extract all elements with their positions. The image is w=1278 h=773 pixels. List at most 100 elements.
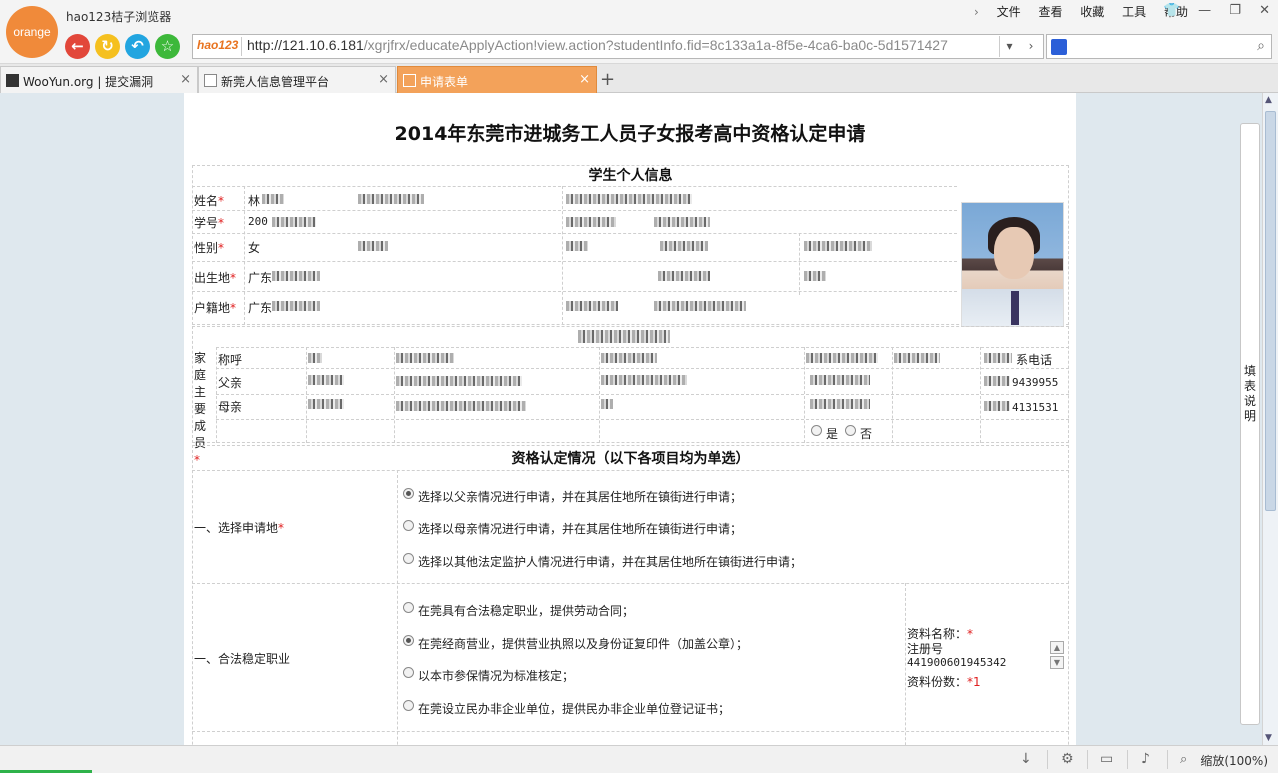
scroll-down-icon[interactable]: ▼: [1050, 656, 1064, 669]
back-button[interactable]: ←: [65, 34, 90, 59]
new-tab-button[interactable]: +: [600, 69, 615, 90]
address-path: /xgrjfrx/educateApplyAction!view.action?…: [363, 37, 948, 53]
go-icon[interactable]: ›: [1021, 36, 1041, 57]
menu-favorites[interactable]: 收藏: [1080, 5, 1104, 19]
search-input[interactable]: [1071, 38, 1241, 56]
scrollbar-thumb[interactable]: [1265, 111, 1276, 511]
refresh-icon: ↻: [101, 37, 114, 55]
download-icon[interactable]: ↓: [1020, 751, 1032, 767]
chevron-right-icon[interactable]: ›: [974, 5, 979, 19]
member-phone: 9439955: [1012, 376, 1059, 389]
skin-icon[interactable]: 👕: [1164, 3, 1180, 18]
radio-no[interactable]: [845, 425, 856, 436]
q2-option-nonprofit-label: 在莞设立民办非企业单位，提供民办非企业单位登记证书；: [418, 702, 731, 716]
q2-label: 一、合法稳定职业: [194, 652, 291, 666]
zoom-level[interactable]: 缩放(100%): [1200, 752, 1268, 769]
tab-label: 申请表单: [420, 75, 469, 89]
zoom-icon[interactable]: ⌕: [1180, 752, 1187, 767]
volume-icon[interactable]: ♪: [1141, 751, 1150, 767]
page-icon: [403, 74, 416, 87]
star-icon: ☆: [160, 37, 175, 55]
redacted-text: [396, 353, 454, 363]
close-icon[interactable]: ×: [579, 72, 590, 87]
q1-option-father[interactable]: [403, 488, 414, 499]
radio-yes[interactable]: [811, 425, 822, 436]
redacted-text: [810, 399, 870, 409]
redacted-text: [308, 375, 344, 385]
tab-wooyun[interactable]: WooYun.org | 提交漏洞 ×: [0, 66, 198, 93]
redacted-text: [566, 301, 618, 311]
address-bar: hao123 http://121.10.6.181/xgrjfrx/educa…: [192, 34, 1044, 59]
app-title: hao123桔子浏览器: [66, 10, 172, 24]
redacted-text: [358, 194, 424, 204]
refresh-button[interactable]: ↻: [95, 34, 120, 59]
scroll-up-icon[interactable]: ▲: [1050, 641, 1064, 654]
restore-tab-button[interactable]: ↶: [125, 34, 150, 59]
baidu-paw-icon[interactable]: [1051, 39, 1067, 55]
member-phone: 4131531: [1012, 401, 1059, 414]
close-icon[interactable]: ×: [378, 72, 389, 87]
redacted-text: [358, 241, 388, 251]
scroll-up-icon[interactable]: ▲: [1265, 95, 1272, 105]
menu-view[interactable]: 查看: [1038, 5, 1062, 19]
address-input[interactable]: http://121.10.6.181/xgrjfrx/educateApply…: [247, 37, 993, 56]
gear-icon[interactable]: ⚙: [1061, 751, 1074, 767]
fill-instructions-tab[interactable]: 填表说明: [1240, 123, 1260, 725]
vertical-scrollbar[interactable]: ▲ ▼: [1262, 93, 1278, 745]
monitor-icon[interactable]: ▭: [1100, 751, 1113, 767]
photo-face: [994, 227, 1034, 279]
tab-application-form[interactable]: 申请表单 ×: [397, 66, 597, 93]
minimize-icon[interactable]: —: [1198, 3, 1211, 18]
redacted-text: [566, 241, 588, 251]
hao123-logo[interactable]: hao123: [197, 38, 238, 52]
chevron-down-icon[interactable]: ▾: [999, 36, 1019, 57]
q1-option-guardian[interactable]: [403, 553, 414, 564]
student-no-label: 学号*: [194, 216, 225, 230]
q1-option-mother[interactable]: [403, 520, 414, 531]
arrow-left-icon: ←: [71, 37, 84, 55]
wooyun-favicon-icon: [6, 74, 19, 87]
member-relation: 父亲: [218, 376, 243, 390]
redacted-text: [308, 353, 322, 363]
student-photo: [961, 202, 1064, 327]
q2-option-business[interactable]: [403, 635, 414, 646]
q2-option-insurance[interactable]: [403, 667, 414, 678]
q1-option-mother-label: 选择以母亲情况进行申请，并在其居住地所在镇街进行申请；: [418, 522, 743, 536]
close-icon[interactable]: ✕: [1259, 3, 1270, 18]
menu-file[interactable]: 文件: [997, 5, 1021, 19]
address-separator: [241, 37, 242, 56]
plus-icon: +: [600, 69, 616, 90]
birthplace-label: 出生地*: [194, 271, 237, 285]
browser-logo: orange: [6, 6, 58, 58]
redacted-text: [272, 301, 320, 311]
member-relation: 母亲: [218, 400, 243, 414]
menu-tools[interactable]: 工具: [1122, 5, 1146, 19]
no-label: 否: [860, 427, 873, 441]
tab-xinguan[interactable]: 新莞人信息管理平台 ×: [198, 66, 396, 93]
close-icon[interactable]: ×: [180, 72, 191, 87]
q2-option-nonprofit[interactable]: [403, 700, 414, 711]
photo-tie: [1011, 291, 1019, 325]
redacted-text: [984, 376, 1010, 386]
redacted-text: [804, 271, 826, 281]
page-icon: [204, 74, 217, 87]
favorite-button[interactable]: ☆: [155, 34, 180, 59]
relation-header: 称呼: [218, 353, 243, 367]
q2-option-contract[interactable]: [403, 602, 414, 613]
q2-option-insurance-label: 以本市参保情况为标准核定；: [418, 669, 575, 683]
form-title: 2014年东莞市进城务工人员子女报考高中资格认定申请: [394, 123, 866, 145]
search-icon[interactable]: ⌕: [1257, 38, 1265, 54]
q2-option-contract-label: 在莞具有合法稳定职业，提供劳动合同；: [418, 604, 635, 618]
redacted-text: [894, 353, 940, 363]
redacted-text: [272, 271, 320, 281]
redacted-text: [396, 376, 522, 386]
redacted-text: [658, 271, 710, 281]
tab-label: WooYun.org | 提交漏洞: [23, 75, 154, 89]
birthplace-value: 广东: [248, 271, 273, 285]
scroll-down-icon[interactable]: ▼: [1265, 733, 1272, 743]
status-bar: ↓ ⚙ ▭ ♪ ⌕ 缩放(100%): [0, 745, 1278, 773]
maximize-icon[interactable]: ❐: [1229, 3, 1241, 18]
redacted-text: [654, 217, 710, 227]
name-value: 林: [248, 194, 261, 208]
gender-label: 性别*: [194, 241, 225, 255]
